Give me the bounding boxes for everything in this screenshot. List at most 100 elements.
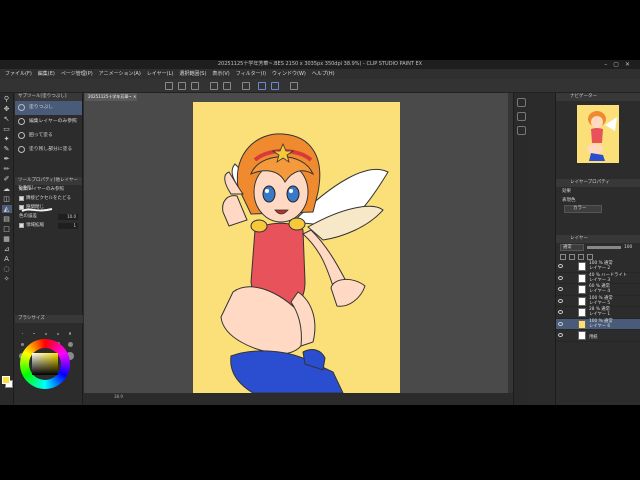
text-tool-icon[interactable]: A xyxy=(2,255,12,263)
layer-tab[interactable]: レイヤー xyxy=(556,235,640,243)
fill-bucket-icon xyxy=(18,118,25,125)
correction-tool-icon[interactable]: ✧ xyxy=(2,275,12,283)
checkbox-checked[interactable] xyxy=(19,223,24,228)
layer-row[interactable]: 100 % 通常 レイヤー 2 xyxy=(556,261,640,273)
layer-row[interactable]: 28 % 通常 レイヤー 1 xyxy=(556,307,640,319)
gradient-tool-icon[interactable]: ▤ xyxy=(2,215,12,223)
zoom-tool-icon[interactable]: ⚲ xyxy=(2,95,12,103)
tool-property-title: 編集レイヤーのみ参照 xyxy=(19,187,64,192)
navigator-tab[interactable]: ナビゲーター xyxy=(556,93,640,101)
brush-size-option[interactable] xyxy=(41,329,51,338)
menu-help[interactable]: ヘルプ(H) xyxy=(312,69,335,79)
navigator-preview-image xyxy=(587,111,617,161)
pen-tool-icon[interactable]: ✒ xyxy=(2,155,12,163)
checkbox-checked[interactable] xyxy=(19,196,24,201)
eraser-tool-icon[interactable]: ◫ xyxy=(2,195,12,203)
brush-size-option[interactable] xyxy=(65,340,75,349)
mask-icon[interactable] xyxy=(587,253,593,260)
menu-filter[interactable]: フィルター(I) xyxy=(236,69,266,79)
opacity-slider[interactable] xyxy=(587,246,621,249)
brush-size-option[interactable] xyxy=(65,329,75,338)
menu-bar: ファイル(F) 編集(E) ページ管理(P) アニメーション(A) レイヤー(L… xyxy=(0,69,640,79)
color-wheel[interactable] xyxy=(20,339,70,389)
zoom-readout[interactable]: 38.9 xyxy=(114,394,123,399)
layer-row[interactable]: 40 % ハードライト レイヤー 3 xyxy=(556,273,640,284)
layer-row-active[interactable]: 100 % 通常 レイヤー 6 xyxy=(556,318,640,330)
eye-icon[interactable] xyxy=(558,298,563,303)
brush-tool-icon[interactable]: ✐ xyxy=(2,175,12,183)
layer-row[interactable]: 60 % 通常 レイヤー 4 xyxy=(556,284,640,296)
layer-row-paper[interactable]: 用紙 xyxy=(556,330,640,342)
brush-size-option[interactable] xyxy=(17,329,27,338)
auto-select-tool-icon[interactable]: ✦ xyxy=(2,135,12,143)
blend-mode-dropdown[interactable]: 通常 xyxy=(560,244,584,251)
pencil-tool-icon[interactable]: ✏ xyxy=(2,165,12,173)
expression-color-dropdown[interactable]: カラー xyxy=(564,205,602,213)
undo-icon[interactable] xyxy=(210,82,218,90)
eyedropper-tool-icon[interactable]: ✎ xyxy=(2,145,12,153)
menu-window[interactable]: ウィンドウ(W) xyxy=(272,69,306,79)
right-panel: ナビゲーター レイヤープロパティ 効果 表現色 カラー レイヤー 通常 100 xyxy=(555,93,640,405)
prop-color-margin[interactable]: 色の誤差 10.0 xyxy=(15,212,82,221)
material-icon[interactable] xyxy=(517,98,526,107)
menu-animation[interactable]: アニメーション(A) xyxy=(99,69,141,79)
window-controls[interactable]: –▢✕ xyxy=(604,60,636,69)
ruler-tool-icon[interactable]: ⊿ xyxy=(2,245,12,253)
settings-icon[interactable] xyxy=(290,82,298,90)
frame-tool-icon[interactable]: ▦ xyxy=(2,235,12,243)
prop-follow-adjacent[interactable]: 隣接ピクセルをたどる xyxy=(15,194,82,203)
artwork-canvas[interactable] xyxy=(193,102,400,393)
document-tab[interactable]: 20251125十学年芳華~ ✕ xyxy=(85,93,137,101)
ruler-icon[interactable] xyxy=(271,82,279,90)
eye-icon[interactable] xyxy=(558,264,563,268)
layer-thumbnail xyxy=(578,296,586,306)
menu-file[interactable]: ファイル(F) xyxy=(5,69,32,79)
layer-row[interactable]: 100 % 通常 レイヤー 5 xyxy=(556,296,640,307)
fill-tool-icon[interactable]: ◭ xyxy=(1,205,12,213)
new-icon[interactable] xyxy=(165,82,173,90)
balloon-tool-icon[interactable]: ◌ xyxy=(2,265,12,273)
figure-tool-icon[interactable]: □ xyxy=(2,225,12,233)
eye-icon[interactable] xyxy=(558,275,563,280)
move-tool-icon[interactable]: ✥ xyxy=(2,105,12,113)
airbrush-tool-icon[interactable]: ☁ xyxy=(2,185,12,193)
main-color-swatch[interactable] xyxy=(2,376,10,384)
redo-icon[interactable] xyxy=(223,82,231,90)
search-icon[interactable] xyxy=(517,112,526,121)
selection-tool-icon[interactable]: ▭ xyxy=(2,125,12,133)
info-icon[interactable] xyxy=(517,126,526,135)
snap-icon[interactable] xyxy=(258,82,266,90)
brush-size-option[interactable] xyxy=(29,329,39,338)
clip-icon[interactable] xyxy=(560,253,566,260)
eye-icon[interactable] xyxy=(558,310,563,314)
menu-edit[interactable]: 編集(E) xyxy=(38,69,55,79)
open-icon[interactable] xyxy=(178,82,186,90)
color-saturation-square[interactable] xyxy=(32,353,58,375)
eye-icon[interactable] xyxy=(558,287,563,291)
subtool-item-unfilled[interactable]: 塗り残し部分に塗る xyxy=(15,143,82,157)
menu-selection[interactable]: 選択範囲(S) xyxy=(179,69,206,79)
layer-property-tab[interactable]: レイヤープロパティ xyxy=(556,179,640,187)
color-margin-value[interactable]: 10.0 xyxy=(58,213,78,220)
clear-icon[interactable] xyxy=(242,82,250,90)
area-scaling-value[interactable]: 1 xyxy=(58,222,78,229)
window-title: 20251125十学年芳華~.BES 2150 x 3035px 350dpi … xyxy=(217,61,423,67)
menu-page[interactable]: ページ管理(P) xyxy=(61,69,93,79)
prop-area-scaling[interactable]: 領域拡縮 1 xyxy=(15,221,82,230)
subtool-item-enclose[interactable]: 囲って塗る xyxy=(15,129,82,143)
operation-tool-icon[interactable]: ↖ xyxy=(2,115,12,123)
menu-layer[interactable]: レイヤー(L) xyxy=(147,69,174,79)
menu-view[interactable]: 表示(V) xyxy=(212,69,229,79)
eye-icon[interactable] xyxy=(558,333,563,337)
brush-size-option[interactable] xyxy=(53,329,63,338)
lock-icon[interactable] xyxy=(578,253,584,260)
opacity-value[interactable]: 100 xyxy=(624,245,632,250)
status-bar: 38.9 xyxy=(84,393,513,401)
subtool-item-fill[interactable]: 塗りつぶし xyxy=(15,101,82,115)
subtool-item-edit-layer[interactable]: 編集レイヤーのみ参照 xyxy=(15,115,82,129)
eye-icon[interactable] xyxy=(558,321,563,326)
navigator-thumbnail[interactable] xyxy=(577,105,619,163)
save-icon[interactable] xyxy=(191,82,199,90)
reference-icon[interactable] xyxy=(569,253,575,260)
layer-toolbar xyxy=(556,252,640,261)
